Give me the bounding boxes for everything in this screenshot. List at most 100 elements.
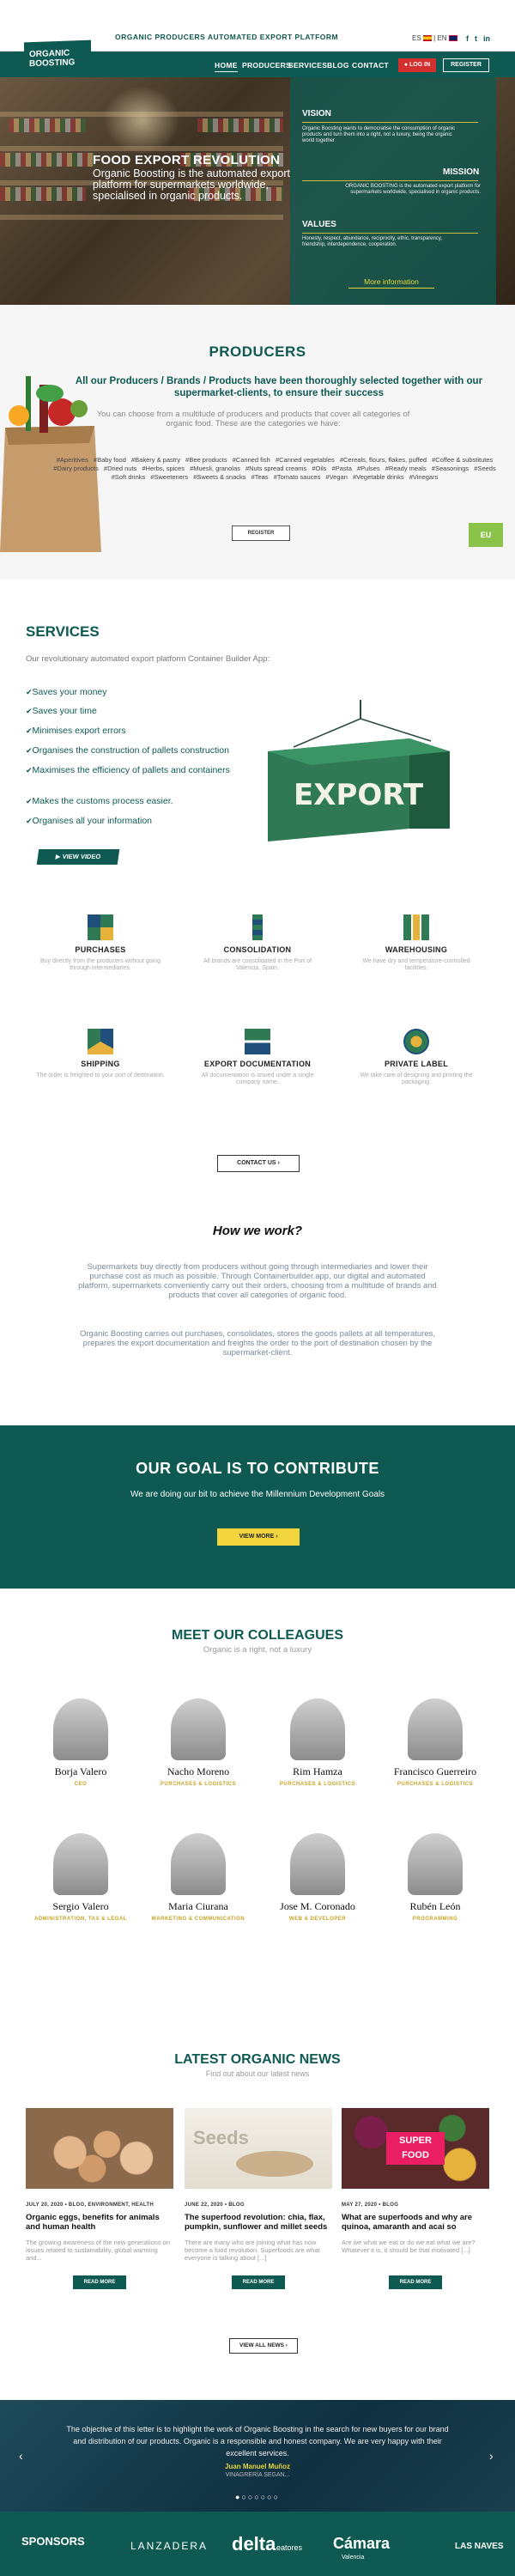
sponsor-logo-delta[interactable]: delta <box>232 2533 276 2555</box>
values-text: Honesty, respect, abundance, reciprocity… <box>302 236 443 247</box>
goal-section <box>0 1425 515 1589</box>
warehouse-icon <box>403 914 429 940</box>
category-tags: #Aperitives #Baby food #Bakery & pastry … <box>47 456 502 482</box>
news-card[interactable]: JULY 20, 2020 • BLOG, ENVIRONMENT, HEALT… <box>26 2108 173 2289</box>
nav-blog[interactable]: BLOG <box>327 61 349 70</box>
hero-subtitle: Organic Boosting is the automated export… <box>93 167 290 202</box>
nav-contact[interactable]: CONTACT <box>352 61 389 70</box>
news-subtitle: Find out about our latest news <box>205 2069 310 2078</box>
linkedin-icon[interactable]: in <box>483 34 490 43</box>
chevron-right-icon: › <box>276 1160 280 1166</box>
avatar <box>408 1833 463 1895</box>
register-button[interactable]: REGISTER <box>443 58 489 72</box>
category-tag[interactable]: #Herbs, spices <box>142 465 185 472</box>
nav-home[interactable]: HOME <box>215 61 238 72</box>
chevron-right-icon: › <box>274 1534 278 1540</box>
facebook-icon[interactable]: f <box>466 34 469 43</box>
colleagues-subtitle: Organic is a right, not a luxury <box>203 1645 312 1655</box>
lang-es[interactable]: ES <box>412 34 421 42</box>
news-title: LATEST ORGANIC NEWS <box>174 2052 341 2067</box>
view-all-news-button[interactable]: VIEW ALL NEWS › <box>229 2338 298 2354</box>
service-item: Organises all your information <box>26 816 258 826</box>
category-tag[interactable]: #Vegan <box>325 473 347 481</box>
eu-organic-badge: EU <box>469 523 503 547</box>
read-more-button[interactable]: READ MORE <box>73 2275 126 2289</box>
slider-prev-icon[interactable]: ‹ <box>19 2449 23 2463</box>
lang-en[interactable]: EN <box>437 34 446 42</box>
producers-title: PRODUCERS <box>209 343 306 360</box>
vision-text: Organic Boosting wants to democratise th… <box>302 126 456 143</box>
shopping-icon <box>88 914 113 940</box>
sponsor-logo-camara[interactable]: Cámara <box>333 2535 390 2553</box>
sponsor-logo-eatores[interactable]: eatores <box>276 2543 302 2552</box>
slider-next-icon[interactable]: › <box>489 2449 494 2463</box>
category-tag[interactable]: #Dairy products <box>53 465 99 472</box>
news-card[interactable]: Seeds JUNE 22, 2020 • BLOG The superfood… <box>185 2108 332 2289</box>
feature-shipping: SHIPPING The order is freighted to your … <box>36 1029 165 1079</box>
login-button[interactable]: ● LOG IN <box>398 58 436 72</box>
read-more-button[interactable]: READ MORE <box>389 2275 442 2289</box>
category-tag[interactable]: #Soft drinks <box>112 473 146 481</box>
read-more-button[interactable]: READ MORE <box>232 2275 285 2289</box>
news-card[interactable]: SUPER FOOD MAY 27, 2020 • BLOG What are s… <box>342 2108 489 2289</box>
category-tag[interactable]: #Muesli, granolas <box>190 465 240 472</box>
category-tag[interactable]: #Coffee & substitutes <box>432 456 493 464</box>
news-image-eggs[interactable] <box>26 2108 173 2189</box>
category-tag[interactable]: #Teas <box>251 473 269 481</box>
colleague-card: Francisco Guerreiro PURCHASES & LOGISTICS <box>384 1698 487 1787</box>
category-tag[interactable]: #Sweets & snacks <box>193 473 245 481</box>
hero-title: FOOD EXPORT REVOLUTION <box>93 153 281 167</box>
category-tag[interactable]: #Canned fish <box>233 456 270 464</box>
label-icon <box>403 1029 429 1054</box>
category-tag[interactable]: #Aperitives <box>57 456 88 464</box>
testimonial-author: Juan Manuel Muñoz <box>225 2463 290 2470</box>
slider-dots[interactable]: ●○○○○○○ <box>0 2493 515 2501</box>
category-tag[interactable]: #Seeds <box>474 465 495 472</box>
category-tag[interactable]: #Dried nuts <box>104 465 136 472</box>
news-title-link[interactable]: Organic eggs, benefits for animals and h… <box>26 2213 173 2232</box>
language-switcher[interactable]: ES | EN <box>412 34 457 42</box>
services-title: SERVICES <box>26 623 100 640</box>
service-item: Maximises the efficiency of pallets and … <box>26 765 258 775</box>
news-title-link[interactable]: The superfood revolution: chia, flax, pu… <box>185 2213 332 2232</box>
nav-services[interactable]: SERVICES <box>288 61 327 70</box>
category-tag[interactable]: #Canned vegetables <box>276 456 335 464</box>
news-image-superfood[interactable]: SUPER FOOD <box>342 2108 489 2189</box>
category-tag[interactable]: #Ready meals <box>385 465 427 472</box>
category-tag[interactable]: #Vinegars <box>409 473 439 481</box>
lang-separator: | <box>433 34 436 42</box>
news-image-seeds[interactable]: Seeds <box>185 2108 332 2189</box>
category-tag[interactable]: #Baby food <box>94 456 126 464</box>
sponsor-logo-lanzadera[interactable]: LANZADERA <box>130 2540 208 2552</box>
view-more-button[interactable]: VIEW MORE › <box>217 1528 300 1546</box>
nav-producers[interactable]: PRODUCERS <box>242 61 291 70</box>
feature-warehousing: WAREHOUSING We have dry and temperature-… <box>352 914 481 972</box>
category-tag[interactable]: #Vegetable drinks <box>353 473 404 481</box>
category-tag[interactable]: #Seasonings <box>432 465 469 472</box>
more-information-button[interactable]: More information <box>348 275 434 289</box>
category-tag[interactable]: #Tomato sauces <box>274 473 321 481</box>
producers-register-button[interactable]: REGISTER <box>232 526 290 541</box>
colleague-card: Nacho Moreno PURCHASES & LOGISTICS <box>147 1698 250 1787</box>
sponsors-title: SPONSORS <box>21 2535 85 2548</box>
avatar <box>408 1698 463 1760</box>
twitter-icon[interactable]: t <box>475 34 477 43</box>
category-tag[interactable]: #Nuts spread creams <box>245 465 306 472</box>
category-tag[interactable]: #Pulses <box>357 465 380 472</box>
category-tag[interactable]: #Bakery & pastry <box>131 456 180 464</box>
service-item: Saves your time <box>26 706 258 716</box>
category-tag[interactable]: #Pasta <box>332 465 352 472</box>
category-tag[interactable]: #Sweeteners <box>150 473 188 481</box>
colleague-card: Sergio Valero ADMINISTRATION, TAX & LEGAL <box>29 1833 132 1922</box>
export-label: EXPORT <box>294 778 424 812</box>
sponsor-logo-las-naves[interactable]: LAS NAVES <box>455 2542 504 2551</box>
pallet-stack-icon <box>252 914 263 940</box>
contact-us-button[interactable]: CONTACT US › <box>217 1155 300 1172</box>
news-title-link[interactable]: What are superfoods and why are quinoa, … <box>342 2213 489 2232</box>
category-tag[interactable]: #Oils <box>312 465 326 472</box>
category-tag[interactable]: #Cereals, flours, flakes, puffed <box>340 456 427 464</box>
organic-boosting-logo[interactable]: ORGANIC BOOSTING <box>24 39 91 81</box>
view-video-button[interactable]: ▶ VIEW VIDEO <box>36 849 120 865</box>
how-paragraph-1: Supermarkets buy directly from producers… <box>78 1262 437 1300</box>
category-tag[interactable]: #Bee products <box>185 456 227 464</box>
